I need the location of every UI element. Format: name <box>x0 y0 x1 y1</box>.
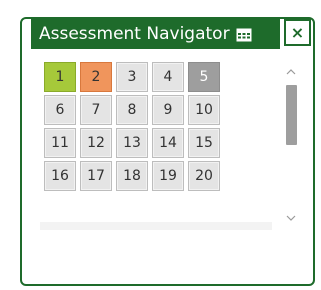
question-button-4[interactable]: 4 <box>152 62 184 92</box>
chevron-up-icon[interactable] <box>281 63 301 81</box>
grid-bottom-edge <box>40 222 272 230</box>
question-button-13[interactable]: 13 <box>116 128 148 158</box>
question-button-10[interactable]: 10 <box>188 95 220 125</box>
question-button-14[interactable]: 14 <box>152 128 184 158</box>
question-grid-viewport: 1 2 3 4 5 6 7 8 9 10 11 12 13 14 15 16 17 18 19 20 <box>40 59 272 229</box>
navigator-title: Assessment Navigator <box>39 24 230 44</box>
question-button-20[interactable]: 20 <box>188 161 220 191</box>
question-button-7[interactable]: 7 <box>80 95 112 125</box>
question-button-1[interactable]: 1 <box>44 62 76 92</box>
question-button-8[interactable]: 8 <box>116 95 148 125</box>
grid-table-icon[interactable] <box>236 27 252 42</box>
chevron-down-icon[interactable] <box>281 209 301 227</box>
navigator-title-bar: Assessment Navigator <box>31 19 280 49</box>
question-button-3[interactable]: 3 <box>116 62 148 92</box>
question-button-18[interactable]: 18 <box>116 161 148 191</box>
question-button-5[interactable]: 5 <box>188 62 220 92</box>
vertical-scrollbar[interactable] <box>281 61 301 229</box>
question-button-6[interactable]: 6 <box>44 95 76 125</box>
question-grid: 1 2 3 4 5 6 7 8 9 10 11 12 13 14 15 16 17 18 19 20 <box>40 59 272 191</box>
question-button-11[interactable]: 11 <box>44 128 76 158</box>
question-button-16[interactable]: 16 <box>44 161 76 191</box>
close-icon: × <box>290 23 305 42</box>
question-button-9[interactable]: 9 <box>152 95 184 125</box>
question-button-15[interactable]: 15 <box>188 128 220 158</box>
question-button-2[interactable]: 2 <box>80 62 112 92</box>
question-button-17[interactable]: 17 <box>80 161 112 191</box>
question-button-19[interactable]: 19 <box>152 161 184 191</box>
scroll-thumb[interactable] <box>286 85 297 145</box>
close-button[interactable]: × <box>284 19 311 46</box>
question-button-12[interactable]: 12 <box>80 128 112 158</box>
